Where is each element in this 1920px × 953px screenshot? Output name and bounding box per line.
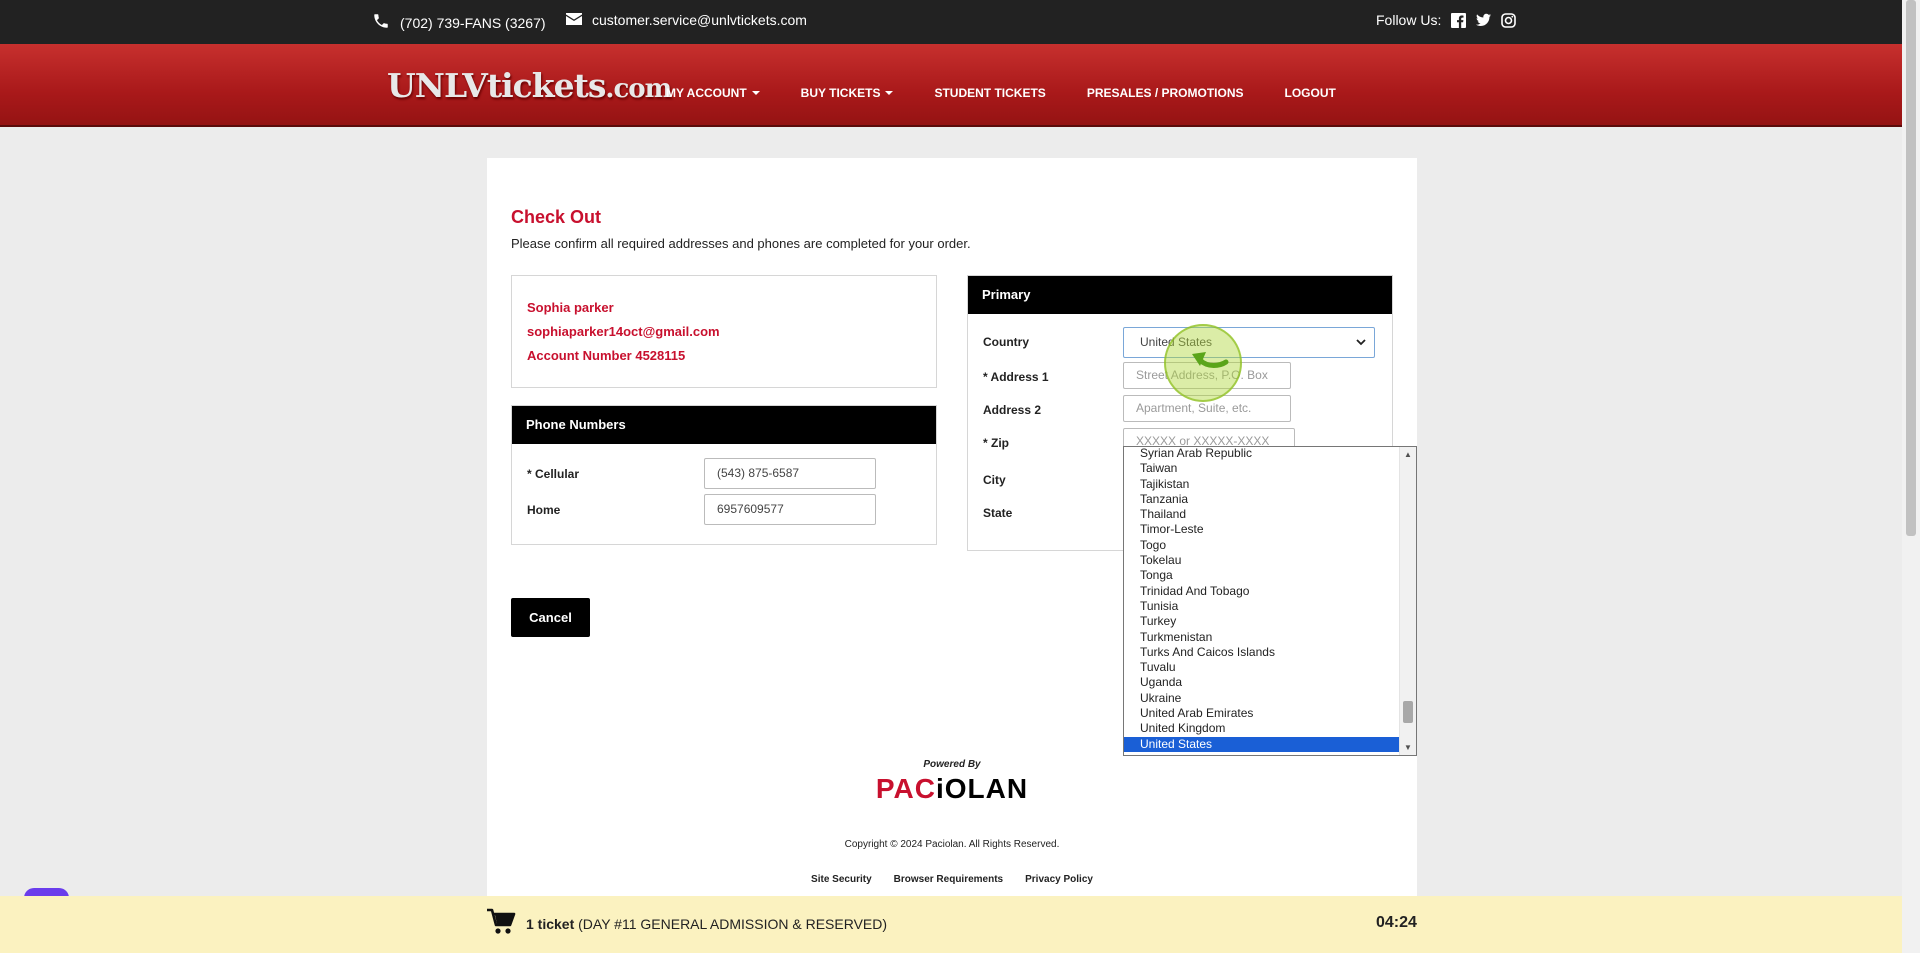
nav-my-account[interactable]: MY ACCOUNT <box>666 86 760 100</box>
nav-buy-tickets[interactable]: BUY TICKETS <box>801 86 894 100</box>
phone-numbers-header: Phone Numbers <box>512 406 936 444</box>
nav-student-tickets-label: STUDENT TICKETS <box>934 86 1046 100</box>
logo-suffix: .com <box>605 74 672 104</box>
cursor-arrow-icon <box>1186 342 1232 379</box>
phone-icon <box>372 12 390 33</box>
primary-header: Primary <box>968 276 1392 314</box>
powered-by-label: Powered By <box>923 759 981 770</box>
scroll-up-icon[interactable]: ▲ <box>1404 450 1412 459</box>
site-security-link[interactable]: Site Security <box>811 874 872 885</box>
user-email: sophiaparker14oct@gmail.com <box>527 324 720 339</box>
country-option[interactable]: Taiwan <box>1124 461 1399 476</box>
page-subtitle: Please confirm all required addresses an… <box>511 236 971 251</box>
copyright-text: Copyright © 2024 Paciolan. All Rights Re… <box>844 839 1060 850</box>
twitter-icon[interactable] <box>1476 13 1492 28</box>
nav-menu: MY ACCOUNT BUY TICKETS STUDENT TICKETS P… <box>666 86 1377 100</box>
site-logo[interactable]: UNLVtickets.com <box>387 66 672 105</box>
cellular-label: * Cellular <box>527 467 580 481</box>
country-option[interactable]: Tanzania <box>1124 492 1399 507</box>
cart-summary: 1 ticket (DAY #11 GENERAL ADMISSION & RE… <box>526 916 887 932</box>
envelope-icon <box>566 12 582 28</box>
main-nav: UNLVtickets.com MY ACCOUNT BUY TICKETS S… <box>0 44 1902 127</box>
home-phone-input[interactable]: 6957609577 <box>704 494 876 525</box>
page-scroll-thumb[interactable] <box>1906 0 1916 536</box>
privacy-policy-link[interactable]: Privacy Policy <box>1025 874 1093 885</box>
cancel-button[interactable]: Cancel <box>511 598 590 637</box>
top-bar: (702) 739-FANS (3267) customer.service@u… <box>0 0 1902 44</box>
user-name: Sophia parker <box>527 300 614 315</box>
country-option[interactable]: Tuvalu <box>1124 660 1399 675</box>
instagram-icon[interactable] <box>1501 12 1517 28</box>
browser-requirements-link[interactable]: Browser Requirements <box>894 874 1003 885</box>
dropdown-scroll-thumb[interactable] <box>1403 701 1413 723</box>
country-dropdown-list[interactable]: Syrian Arab Republic Taiwan Tajikistan T… <box>1123 446 1417 756</box>
country-option[interactable]: Tonga <box>1124 568 1399 583</box>
paciolan-logo-part2: iOLAN <box>935 773 1029 804</box>
home-phone-label: Home <box>527 503 561 517</box>
country-options: Syrian Arab Republic Taiwan Tajikistan T… <box>1124 447 1399 752</box>
page-scrollbar[interactable] <box>1902 0 1920 953</box>
scroll-down-icon[interactable]: ▼ <box>1404 743 1412 752</box>
address1-label: * Address 1 <box>983 370 1049 384</box>
account-number: Account Number 4528115 <box>527 348 686 363</box>
email-contact[interactable]: customer.service@unlvtickets.com <box>566 12 807 28</box>
country-option[interactable]: Turkey <box>1124 614 1399 629</box>
nav-presales-promotions[interactable]: PRESALES / PROMOTIONS <box>1087 86 1244 100</box>
phone-numbers-box: Phone Numbers * Cellular (543) 875-6587 … <box>511 405 937 545</box>
nav-presales-label: PRESALES / PROMOTIONS <box>1086 86 1244 100</box>
caret-down-icon <box>751 91 760 95</box>
country-option[interactable]: Togo <box>1124 538 1399 553</box>
caret-down-icon <box>885 91 894 95</box>
cart-timer: 04:24 <box>1376 914 1417 931</box>
page-title: Check Out <box>511 207 602 227</box>
shopping-cart-icon[interactable] <box>486 908 516 941</box>
zip-label: * Zip <box>983 436 1009 450</box>
cart-count: 1 ticket <box>526 916 575 932</box>
logo-accent: tickets <box>486 66 607 105</box>
country-option[interactable]: Trinidad And Tobago <box>1124 584 1399 599</box>
country-option[interactable]: Ukraine <box>1124 691 1399 706</box>
paciolan-logo-part1: PAC <box>875 773 936 804</box>
country-label: Country <box>983 335 1029 349</box>
state-label: State <box>983 506 1013 520</box>
country-select[interactable]: United States <box>1123 327 1375 358</box>
dropdown-scrollbar[interactable]: ▲ ▼ <box>1399 447 1416 755</box>
paciolan-logo[interactable]: PACiOLAN <box>487 773 1417 805</box>
social-links: Follow Us: <box>1376 12 1517 28</box>
country-option[interactable]: Uganda <box>1124 675 1399 690</box>
country-option[interactable]: Turks And Caicos Islands <box>1124 645 1399 660</box>
city-label: City <box>983 473 1006 487</box>
user-info-box: Sophia parker sophiaparker14oct@gmail.co… <box>511 275 937 388</box>
nav-logout[interactable]: LOGOUT <box>1285 86 1336 100</box>
address2-label: Address 2 <box>983 403 1042 417</box>
phone-number: (702) 739-FANS (3267) <box>400 14 546 31</box>
country-option[interactable]: Turkmenistan <box>1124 630 1399 645</box>
country-option[interactable]: United Arab Emirates <box>1124 706 1399 721</box>
country-option[interactable]: Tajikistan <box>1124 477 1399 492</box>
country-option[interactable]: Tunisia <box>1124 599 1399 614</box>
country-option[interactable]: Thailand <box>1124 507 1399 522</box>
phone-contact[interactable]: (702) 739-FANS (3267) <box>372 12 546 33</box>
country-option[interactable]: Tokelau <box>1124 553 1399 568</box>
chevron-down-icon <box>1356 328 1366 369</box>
cellular-input[interactable]: (543) 875-6587 <box>704 458 876 489</box>
follow-label: Follow Us: <box>1376 12 1442 28</box>
country-option-selected[interactable]: United States <box>1124 736 1399 752</box>
country-option[interactable]: United Kingdom <box>1124 721 1399 736</box>
nav-my-account-label: MY ACCOUNT <box>666 86 747 100</box>
facebook-icon[interactable] <box>1451 12 1467 28</box>
nav-student-tickets[interactable]: STUDENT TICKETS <box>934 86 1045 100</box>
cart-description: (DAY #11 GENERAL ADMISSION & RESERVED) <box>578 916 888 932</box>
country-option[interactable]: Syrian Arab Republic <box>1124 447 1399 461</box>
nav-buy-tickets-label: BUY TICKETS <box>800 86 881 100</box>
footer-links: Site Security Browser Requirements Priva… <box>487 874 1417 885</box>
nav-logout-label: LOGOUT <box>1284 86 1336 100</box>
email-address: customer.service@unlvtickets.com <box>592 12 807 28</box>
country-option[interactable]: Timor-Leste <box>1124 522 1399 537</box>
logo-main: UNLV <box>387 66 488 105</box>
cart-bar[interactable]: 1 ticket (DAY #11 GENERAL ADMISSION & RE… <box>0 896 1902 953</box>
